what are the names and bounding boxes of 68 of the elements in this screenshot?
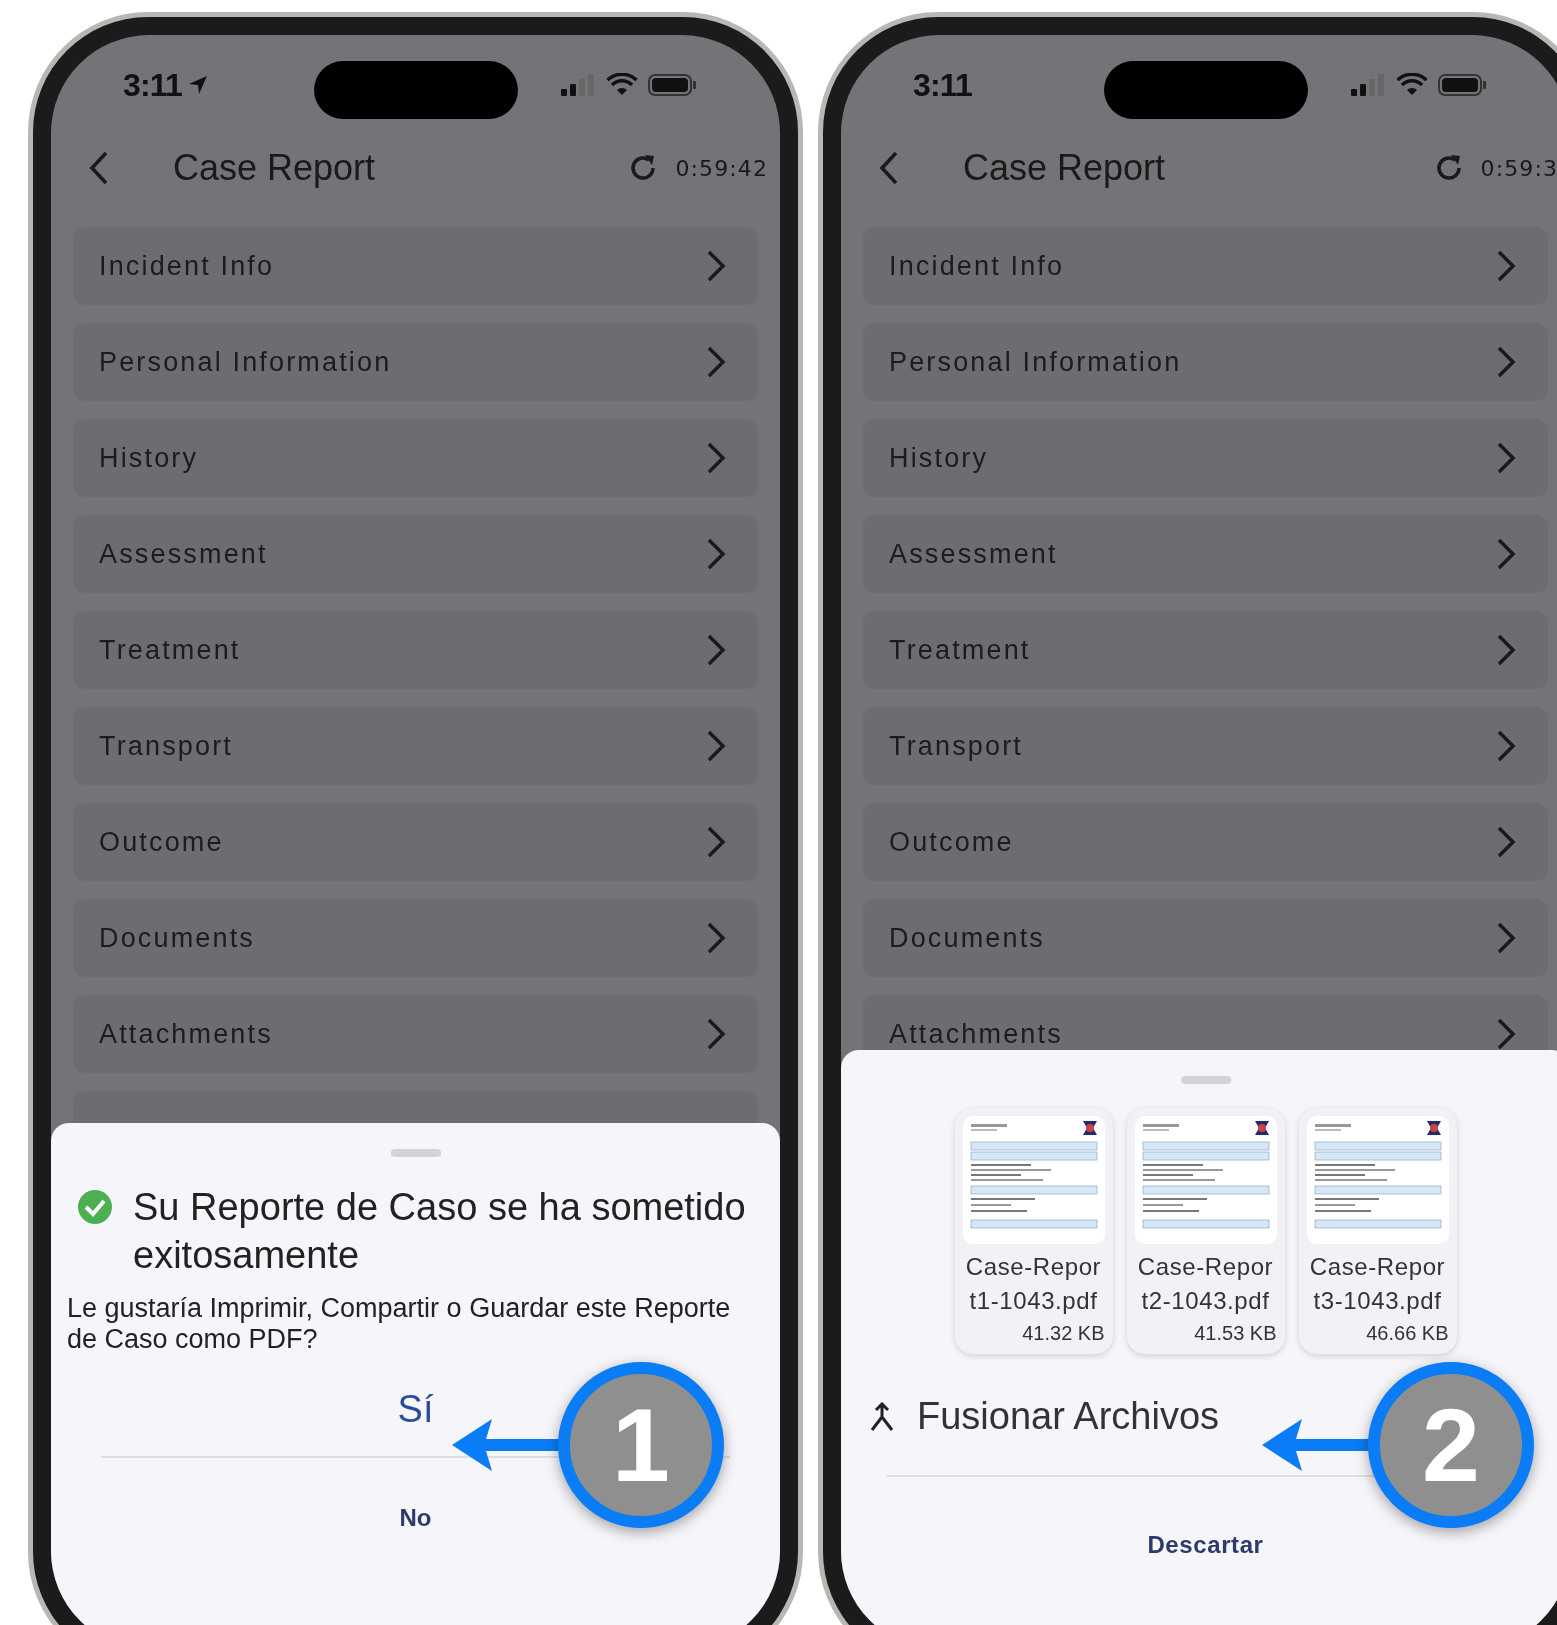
chevron-right-icon: [1496, 729, 1516, 763]
chevron-right-icon: [1496, 921, 1516, 955]
menu-row[interactable]: Treatment: [863, 611, 1548, 689]
file-name: Case-Report1-1043.pdf: [964, 1252, 1103, 1316]
chevron-right-icon: [706, 345, 726, 379]
screen-title: Case Report: [963, 146, 1166, 190]
file-size: 41.32 KB: [1022, 1321, 1105, 1346]
file-card[interactable]: Case-Report2-1043.pdf 41.53 KB: [1126, 1108, 1285, 1354]
chevron-right-icon: [706, 1017, 726, 1051]
menu-row[interactable]: Incident Info: [73, 227, 758, 305]
back-chevron-icon: [878, 150, 900, 186]
menu-row[interactable]: Transport: [73, 707, 758, 785]
merge-files-button[interactable]: Fusionar Archivos: [869, 1384, 1219, 1449]
no-button[interactable]: No: [389, 1500, 442, 1536]
chevron-right-icon: [1496, 249, 1516, 283]
chevron-right-icon: [706, 249, 726, 283]
menu-row[interactable]: Assessment: [73, 515, 758, 593]
success-message: Su Reporte de Caso se ha sometido exitosamente: [133, 1185, 747, 1278]
back-chevron-icon: [88, 150, 110, 186]
menu-row[interactable]: Transport: [863, 707, 1548, 785]
wifi-icon: [606, 73, 638, 97]
file-size: 41.53 KB: [1194, 1321, 1277, 1346]
prompt-text: Le gustaría Imprimir, Compartir o Guardar este Reporte de Caso como PDF?: [66, 1293, 732, 1355]
wifi-icon: [1396, 73, 1428, 97]
yes-button[interactable]: Sí: [387, 1381, 444, 1438]
chevron-right-icon: [706, 825, 726, 859]
session-timer: 0:59:3: [1480, 154, 1557, 183]
signal-icon: [1350, 73, 1386, 97]
chevron-right-icon: [1496, 633, 1516, 667]
session-timer: 0:59:42: [675, 154, 768, 183]
menu-row[interactable]: Documents: [863, 899, 1548, 977]
chevron-right-icon: [706, 633, 726, 667]
chevron-right-icon: [1496, 825, 1516, 859]
battery-icon: [648, 73, 698, 97]
menu-row[interactable]: Personal Information: [73, 323, 758, 401]
menu-row[interactable]: Attachments: [73, 995, 758, 1073]
file-name: Case-Report3-1043.pdf: [1308, 1252, 1447, 1316]
file-card[interactable]: Case-Report1-1043.pdf 41.32 KB: [954, 1108, 1113, 1354]
chevron-right-icon: [706, 441, 726, 475]
merge-icon: [869, 1401, 895, 1432]
drag-handle[interactable]: [390, 1149, 441, 1157]
file-size: 46.66 KB: [1366, 1321, 1449, 1346]
chevron-right-icon: [1496, 441, 1516, 475]
menu-row[interactable]: Outcome: [73, 803, 758, 881]
drag-handle[interactable]: [1180, 1076, 1231, 1084]
chevron-right-icon: [1496, 345, 1516, 379]
menu-row[interactable]: Documents: [73, 899, 758, 977]
status-time: 3:11: [913, 66, 973, 105]
status-time: 3:11: [123, 66, 183, 105]
chevron-right-icon: [1496, 1017, 1516, 1051]
menu-row[interactable]: Assessment: [863, 515, 1548, 593]
menu-row[interactable]: Treatment: [73, 611, 758, 689]
menu-row[interactable]: History: [863, 419, 1548, 497]
check-circle-icon: [77, 1189, 113, 1225]
chevron-right-icon: [706, 537, 726, 571]
file-name: Case-Report2-1043.pdf: [1136, 1252, 1275, 1316]
menu-row[interactable]: Incident Info: [863, 227, 1548, 305]
discard-button[interactable]: Descartar: [1137, 1527, 1274, 1563]
menu-row[interactable]: History: [73, 419, 758, 497]
menu-row[interactable]: Personal Information: [863, 323, 1548, 401]
menu-row[interactable]: Outcome: [863, 803, 1548, 881]
battery-icon: [1438, 73, 1488, 97]
chevron-right-icon: [706, 921, 726, 955]
screen-title: Case Report: [173, 146, 376, 190]
chevron-right-icon: [706, 729, 726, 763]
signal-icon: [560, 73, 596, 97]
file-card[interactable]: Case-Report3-1043.pdf 46.66 KB: [1298, 1108, 1457, 1354]
chevron-right-icon: [1496, 537, 1516, 571]
